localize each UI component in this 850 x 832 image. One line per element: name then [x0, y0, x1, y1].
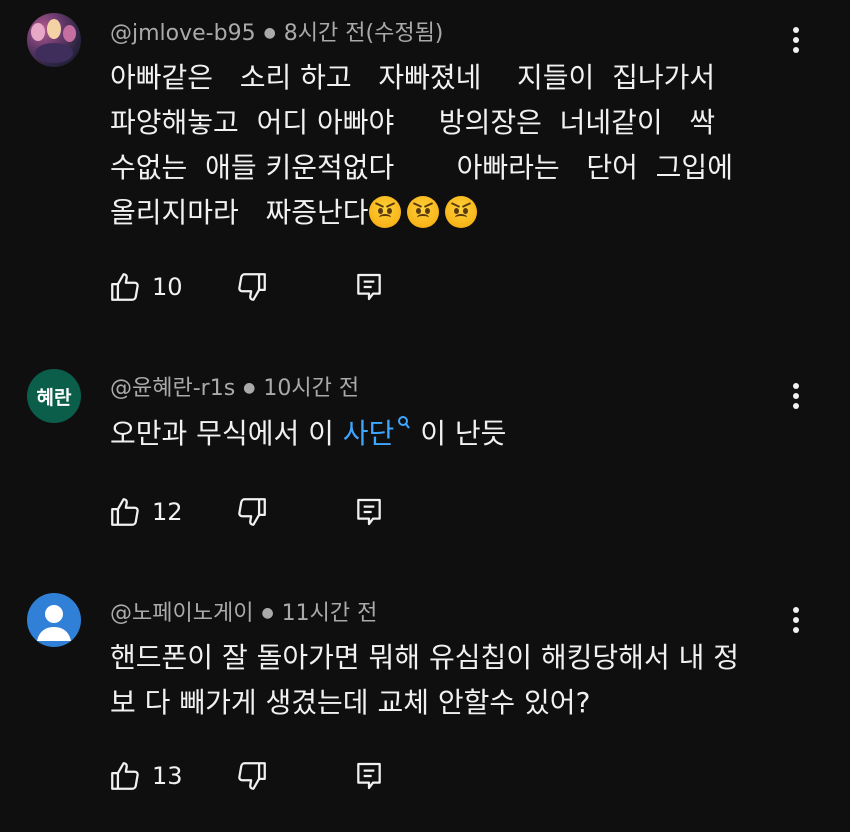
thumbs-up-icon [111, 762, 139, 790]
dislike-button[interactable] [235, 267, 269, 307]
dislike-button[interactable] [235, 492, 269, 532]
like-button[interactable]: 13 [108, 756, 183, 796]
avatar-photo-detail [31, 23, 45, 41]
thumbs-down-icon [238, 273, 266, 301]
reply-comment-icon [357, 273, 381, 301]
more-options-button[interactable] [786, 24, 806, 56]
comment-text-segment: 올리지마라 짜증난다 [110, 196, 369, 229]
avatar[interactable]: 혜란 [27, 369, 81, 423]
comment: @노페이노게이 ● 11시간 전 핸드폰이 잘 돌아가면 뭐해 유심칩이 해킹당해서… [0, 580, 850, 830]
separator-dot: ● [261, 605, 274, 621]
dislike-button[interactable] [235, 756, 269, 796]
comment-meta: @jmlove-b95 ● 8시간 전(수정됨) [110, 15, 443, 47]
comment-text: 아빠같은 소리 하고 자빠졌네 지들이 집나가서 파양해놓고 어디 아빠야 방의… [110, 55, 790, 235]
angry-face-emoji [406, 196, 439, 228]
search-link-text: 사단 [342, 417, 395, 450]
comment-time: 10시간 전 [263, 376, 360, 401]
reply-button[interactable] [354, 492, 384, 532]
default-user-icon [37, 605, 71, 641]
comment-text-line: 수없는 애들 키운적없다 아빠라는 단어 그입에 [110, 151, 733, 184]
avatar-photo-detail [35, 43, 73, 63]
search-icon [398, 416, 411, 429]
angry-face-emoji [444, 196, 477, 228]
comment-actions: 12 [108, 492, 408, 532]
comment: 혜란 @윤혜란-r1s ● 10시간 전 오만과 무식에서 이 사단 이 난듯 12 [0, 355, 850, 555]
like-count: 13 [152, 762, 183, 790]
more-options-button[interactable] [786, 380, 806, 412]
comment-time: 11시간 전 [281, 601, 378, 626]
comment-text: 오만과 무식에서 이 사단 이 난듯 [110, 411, 790, 456]
comment-text-segment: 오만과 무식에서 이 [110, 417, 343, 450]
comment-meta: @윤혜란-r1s ● 10시간 전 [110, 370, 359, 402]
comment-text-line: 보 다 빼가게 생겼는데 교체 안할수 있어? [110, 686, 591, 719]
more-vertical-icon [793, 27, 799, 53]
more-vertical-icon [793, 383, 799, 409]
comment: @jmlove-b95 ● 8시간 전(수정됨) 아빠같은 소리 하고 자빠졌네 지… [0, 0, 850, 320]
like-count: 10 [152, 273, 183, 301]
comment-text-line: 파양해놓고 어디 아빠야 방의장은 너네같이 싹 [110, 106, 716, 139]
comment-meta: @노페이노게이 ● 11시간 전 [110, 595, 377, 627]
like-button[interactable]: 12 [108, 492, 183, 532]
separator-dot: ● [243, 380, 256, 396]
comment-time: 8시간 전(수정됨) [283, 21, 444, 46]
comment-text-line: 아빠같은 소리 하고 자빠졌네 지들이 집나가서 [110, 61, 716, 94]
comment-text-line: 오만과 무식에서 이 사단 이 난듯 [110, 411, 790, 456]
comment-actions: 13 [108, 756, 408, 796]
thumbs-down-icon [238, 762, 266, 790]
reply-button[interactable] [354, 267, 384, 307]
reply-button[interactable] [354, 756, 384, 796]
more-options-button[interactable] [786, 604, 806, 636]
separator-dot: ● [263, 25, 276, 41]
avatar-photo-detail [63, 25, 76, 42]
reply-comment-icon [357, 498, 381, 526]
comment-author[interactable]: @윤혜란-r1s [110, 376, 235, 401]
avatar[interactable] [27, 593, 81, 647]
search-link[interactable]: 사단 [342, 416, 412, 450]
thumbs-up-icon [111, 273, 139, 301]
comment-text-line: 핸드폰이 잘 돌아가면 뭐해 유심칩이 해킹당해서 내 정 [110, 641, 740, 674]
like-button[interactable]: 10 [108, 267, 183, 307]
more-vertical-icon [793, 607, 799, 633]
like-count: 12 [152, 498, 183, 526]
angry-face-emoji [368, 196, 401, 228]
comment-text-line: 올리지마라 짜증난다 [110, 190, 790, 235]
comment-text-segment: 이 난듯 [411, 417, 507, 450]
avatar-photo-detail [47, 19, 61, 39]
avatar[interactable] [27, 13, 81, 67]
comment-text: 핸드폰이 잘 돌아가면 뭐해 유심칩이 해킹당해서 내 정 보 다 빼가게 생겼… [110, 635, 790, 725]
reply-comment-icon [357, 762, 381, 790]
comment-author[interactable]: @jmlove-b95 [110, 21, 256, 46]
thumbs-down-icon [238, 498, 266, 526]
thumbs-up-icon [111, 498, 139, 526]
comment-actions: 10 [108, 267, 408, 307]
comment-author[interactable]: @노페이노게이 [110, 601, 253, 626]
